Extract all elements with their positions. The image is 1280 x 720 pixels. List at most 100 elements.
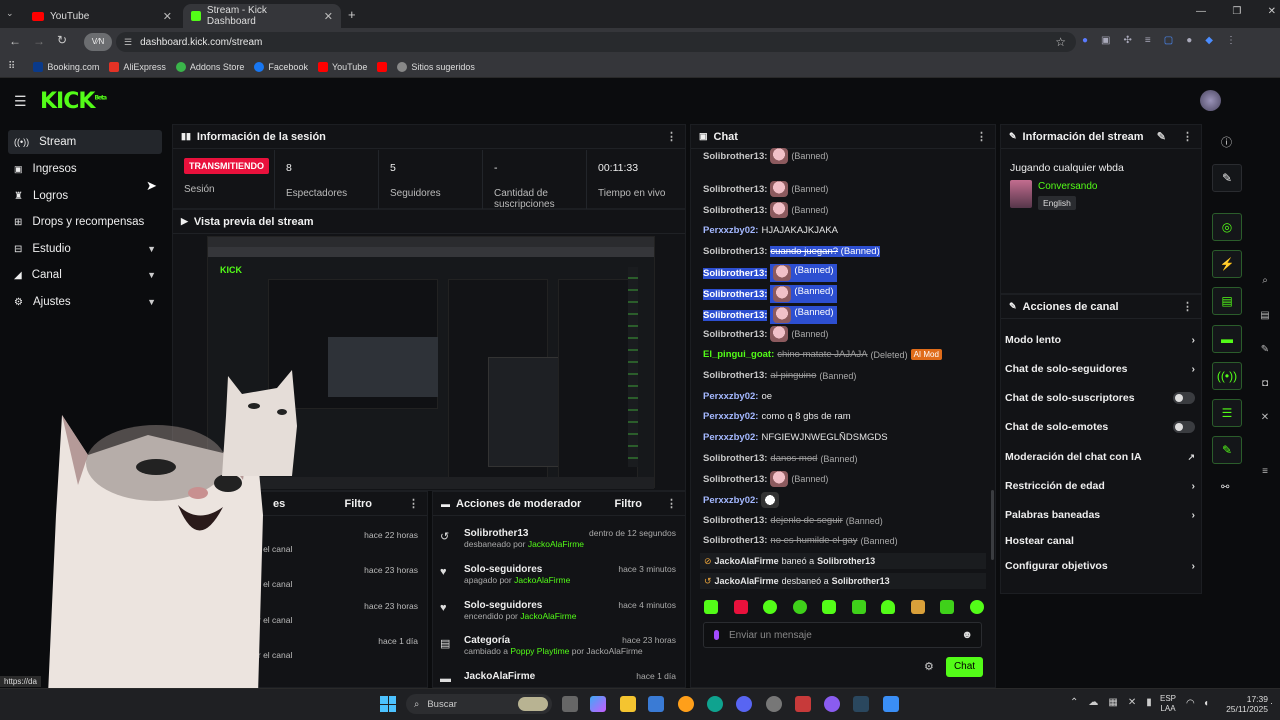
wrench-tool-button[interactable]: ✎ xyxy=(1212,436,1242,464)
chat-username[interactable]: Solibrother13: xyxy=(703,309,768,321)
events-filter-button[interactable]: Filtro xyxy=(345,498,373,510)
info-icon[interactable]: ⓘ xyxy=(1221,134,1232,150)
tools-icon[interactable]: ✕ xyxy=(1258,412,1272,426)
sidebar-item-drops[interactable]: ⊞ Drops y recompensas xyxy=(8,210,162,234)
github-icon[interactable] xyxy=(766,696,782,712)
shield-icon[interactable]: ◆ xyxy=(1205,35,1213,46)
wifi-icon[interactable]: ◠ xyxy=(1186,698,1195,709)
profile-icon[interactable]: ● xyxy=(1186,35,1192,46)
taskbar-search[interactable]: ⌕ Buscar xyxy=(406,694,552,714)
tab-kick[interactable]: Stream - Kick Dashboard ✕ xyxy=(183,4,341,28)
close-tab-icon[interactable]: ✕ xyxy=(324,10,333,23)
chat-username[interactable]: Solibrother13: xyxy=(703,535,767,546)
panel-menu-icon[interactable]: ⋮ xyxy=(408,497,419,510)
chat-username[interactable]: Solibrother13: xyxy=(703,151,767,162)
menu-dots-icon[interactable]: ⋮ xyxy=(1226,35,1236,46)
system-tray[interactable]: ⌃ ☁ ▦ ✕ ▮ xyxy=(1070,697,1152,708)
emote-icon[interactable] xyxy=(969,600,984,614)
mic-icon[interactable] xyxy=(714,630,719,640)
bookmark-youtube[interactable]: YouTube xyxy=(317,61,367,72)
chat-send-button[interactable]: Chat xyxy=(946,657,983,677)
emote-icon[interactable] xyxy=(940,600,955,614)
address-bar[interactable]: ☰ dashboard.kick.com/stream ☆ xyxy=(116,32,1076,52)
sidebar-item-stream[interactable]: ((•)) Stream xyxy=(8,130,162,154)
store-icon[interactable] xyxy=(648,696,664,712)
layout-icon[interactable]: ⚯ xyxy=(1221,482,1229,493)
maximize-icon[interactable]: ❐ xyxy=(1232,6,1241,17)
emote-icon[interactable] xyxy=(704,600,718,614)
chat-username[interactable]: Solibrother13: xyxy=(703,267,768,279)
task-view-icon[interactable] xyxy=(562,696,578,712)
chat-username[interactable]: Solibrother13: xyxy=(703,205,767,216)
clock[interactable]: 17:39 25/11/2025 xyxy=(1214,694,1268,714)
panel-menu-icon[interactable]: ⋮ xyxy=(976,130,987,143)
hamburger-menu-icon[interactable]: ☰ xyxy=(14,93,27,110)
category-thumbnail[interactable] xyxy=(1010,180,1032,208)
reload-icon[interactable]: ↻ xyxy=(57,33,67,47)
emoji-icon[interactable]: ☻ xyxy=(961,629,973,641)
bookmark-facebook[interactable]: Facebook xyxy=(254,61,308,72)
action-age-restriction[interactable]: Restricción de edad › xyxy=(1005,480,1195,492)
mute-icon[interactable]: ✕ xyxy=(1128,697,1136,708)
chevron-up-icon[interactable]: ⌃ xyxy=(1070,697,1078,708)
server-tool-button[interactable]: ☰ xyxy=(1212,399,1242,427)
sidebar-item-estudio[interactable]: ⊟ Estudio ▼ xyxy=(8,237,162,261)
bookmark-addons[interactable]: Addons Store xyxy=(175,61,244,72)
bookmark-star-icon[interactable]: ☆ xyxy=(1055,35,1066,49)
chat-username[interactable]: El_pingui_goat: xyxy=(703,349,774,360)
action-banned-words[interactable]: Palabras baneadas › xyxy=(1005,509,1195,521)
chat-username[interactable]: Solibrother13: xyxy=(703,184,767,195)
sidebar-item-canal[interactable]: ◢ Canal ▼ xyxy=(8,263,162,287)
emote-icon[interactable] xyxy=(881,600,896,614)
sidebar-item-ingresos[interactable]: ▣ Ingresos xyxy=(8,157,162,181)
network-icon[interactable]: ▦ xyxy=(1108,697,1117,708)
vpn-icon[interactable] xyxy=(795,696,811,712)
edit-icon[interactable]: ✎ xyxy=(1157,130,1166,143)
emote-icon[interactable] xyxy=(851,600,866,614)
minimize-icon[interactable]: — xyxy=(1196,6,1206,17)
action-emotes-only[interactable]: Chat de solo-emotes xyxy=(1005,421,1195,433)
tab-youtube[interactable]: YouTube ✕ xyxy=(24,4,180,28)
mod-filter-button[interactable]: Filtro xyxy=(615,498,643,510)
chat-settings-icon[interactable]: ⚙ xyxy=(924,660,934,673)
stream-category[interactable]: Conversando xyxy=(1038,181,1097,192)
chat-username[interactable]: Solibrother13: xyxy=(703,515,767,526)
discord-icon[interactable] xyxy=(736,696,752,712)
action-ai-moderation[interactable]: Moderación del chat con IA ↗ xyxy=(1005,451,1195,463)
app-icon[interactable] xyxy=(824,696,840,712)
chat-username[interactable]: Solibrother13: xyxy=(703,453,767,464)
sidepanel-doc-icon[interactable]: ▤ xyxy=(1258,310,1272,324)
panel-menu-icon[interactable]: ⋮ xyxy=(666,497,677,510)
bookmark-aliexpress[interactable]: AliExpress xyxy=(109,61,166,72)
volume-icon[interactable]: ◖ xyxy=(1203,698,1209,709)
reading-list-icon[interactable]: ≡ xyxy=(1145,35,1151,46)
site-info-icon[interactable]: ☰ xyxy=(124,37,132,48)
browser-icon[interactable] xyxy=(678,696,694,712)
extensions-area[interactable]: ● ▣ ✣ ≡ ▢ ● ◆ ⋮ xyxy=(1082,35,1272,46)
chat-username[interactable]: Solibrother13: xyxy=(703,474,767,485)
chat-username[interactable]: Perxxzby02: xyxy=(703,225,758,236)
action-goals[interactable]: Configurar objetivos › xyxy=(1005,560,1195,572)
broadcast-tool-button[interactable]: ((•)) xyxy=(1212,362,1242,390)
chat-username[interactable]: Perxxzby02: xyxy=(703,391,758,402)
action-subs-only[interactable]: Chat de solo-suscriptores xyxy=(1005,392,1195,404)
edge-icon[interactable] xyxy=(707,696,723,712)
mod-user-link[interactable]: JackoAlaFirme xyxy=(528,539,584,549)
lightning-tool-button[interactable]: ⚡ xyxy=(1212,250,1242,278)
sidebar-item-ajustes[interactable]: ⚙ Ajustes ▼ xyxy=(8,290,162,314)
kick-logo[interactable]: KICKBeta xyxy=(40,89,107,114)
close-window-icon[interactable]: ✕ xyxy=(1268,6,1276,17)
forward-icon[interactable]: → xyxy=(33,34,45,48)
extension-icon[interactable]: ● xyxy=(1082,35,1088,46)
avatar[interactable] xyxy=(1200,90,1221,111)
mod-user-link[interactable]: JackoAlaFirme xyxy=(514,575,570,585)
copilot-icon[interactable] xyxy=(590,696,606,712)
mod-user-link[interactable]: JackoAlaFirme xyxy=(520,611,576,621)
emote-icon[interactable] xyxy=(822,600,837,614)
cloud-icon[interactable]: ☁ xyxy=(1088,697,1098,708)
tab-search-button[interactable]: ⌄ xyxy=(6,8,20,20)
camera-tool-button[interactable]: ◎ xyxy=(1212,213,1242,241)
folder-icon[interactable] xyxy=(620,696,636,712)
action-slow-mode[interactable]: Modo lento › xyxy=(1005,334,1195,346)
bookmark-booking[interactable]: Booking.com xyxy=(33,61,99,72)
